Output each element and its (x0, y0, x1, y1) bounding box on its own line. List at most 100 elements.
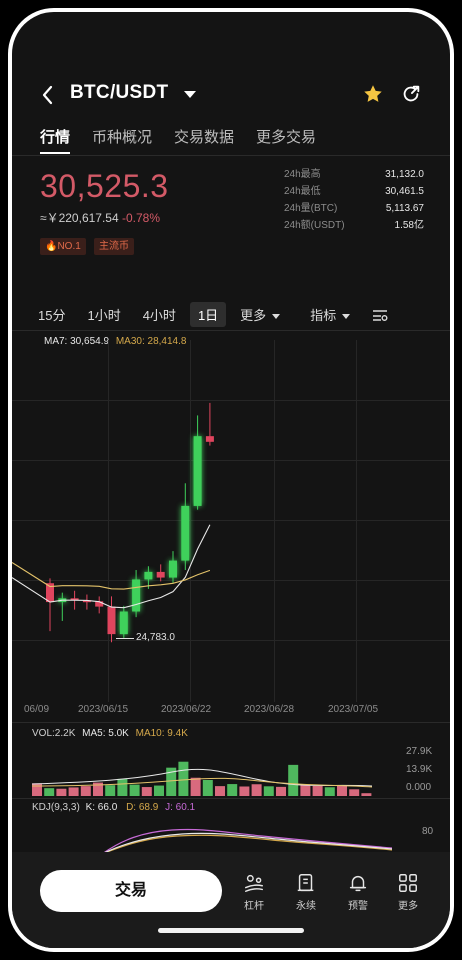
tab-coin-overview[interactable]: 币种概况 (92, 126, 152, 147)
ma30-line (12, 562, 211, 590)
nav-perpetual-label: 永续 (296, 901, 316, 912)
kdj-legend: KDJ(9,3,3) K: 66.0 D: 68.9 J: 60.1 (32, 802, 195, 813)
volume-bar (276, 786, 286, 796)
period-more-dropdown[interactable]: 更多 (240, 305, 281, 324)
stat-label: 24h额(USDT) (284, 220, 345, 231)
date-label: 06/09 (24, 704, 50, 715)
perpetual-icon (297, 874, 314, 892)
refresh-share-icon[interactable] (400, 83, 422, 105)
stat-value: 5,113.67 (385, 203, 424, 214)
low-price-marker: 24,783.0 (136, 632, 175, 643)
volume-bar (117, 778, 128, 796)
pair-title[interactable]: BTC/USDT (70, 82, 168, 104)
stats-panel: 24h最高 31,132.0 24h最低 30,461.5 24h量(BTC) 5,1… (284, 166, 424, 234)
stat-value: 1.58亿 (394, 220, 424, 231)
candle-body (132, 579, 141, 612)
volume-bar (251, 784, 262, 796)
candle-body (144, 571, 153, 580)
volume-bar (239, 786, 250, 796)
volume-bar (202, 779, 213, 796)
tab-market[interactable]: 行情 (40, 126, 70, 147)
candle-body (181, 505, 190, 561)
volume-bar (263, 786, 274, 796)
kdj-k-label: K: 66.0 (85, 802, 118, 813)
volume-bar (141, 787, 152, 796)
star-icon[interactable] (362, 83, 384, 105)
volume-bar (178, 761, 189, 796)
tab-more-trading[interactable]: 更多交易 (256, 126, 316, 147)
volume-bar (361, 793, 372, 796)
nav-leverage[interactable]: 杠杆 (234, 872, 274, 912)
kdj-label: KDJ(9,3,3) (32, 802, 80, 813)
tab-trade-data[interactable]: 交易数据 (174, 126, 234, 147)
price-change: -0.78% (122, 211, 161, 225)
volume-bar (154, 785, 164, 796)
candle-body (169, 560, 177, 578)
indicator-dropdown[interactable]: 指标 (310, 305, 351, 324)
app-screen: BTC/USDT 行情 币种概况 交易数据 更多交易 30,525.3 ≈￥22… (12, 12, 450, 948)
period-15m[interactable]: 15分 (38, 305, 65, 324)
rank-badge[interactable]: 🔥NO.1 (40, 238, 86, 255)
stat-row: 24h量(BTC) 5,113.67 (284, 200, 424, 217)
grid-icon (399, 874, 417, 892)
volume-bar (44, 788, 55, 796)
period-more-label: 更多 (240, 308, 267, 323)
candle-body (107, 606, 116, 635)
vol-ma5-label: MA5: 5.0K (82, 728, 129, 739)
volume-bar (288, 764, 299, 796)
chevron-down-icon (342, 314, 351, 320)
trade-button[interactable]: 交易 (40, 870, 222, 912)
nav-perpetual[interactable]: 永续 (286, 872, 326, 912)
fiat-price: ≈￥220,617.54 (40, 211, 119, 225)
volume-bar (337, 785, 347, 796)
tabs-divider (12, 155, 450, 156)
date-label: 2023/07/05 (328, 704, 379, 715)
nav-more-label: 更多 (398, 901, 418, 912)
date-label: 2023/06/28 (244, 704, 295, 715)
volume-bar (68, 787, 79, 796)
nav-alert[interactable]: 预警 (338, 872, 378, 912)
chart-settings-icon[interactable] (372, 308, 388, 322)
stat-row: 24h最低 30,461.5 (284, 183, 424, 200)
date-label: 2023/06/15 (78, 704, 129, 715)
candle-body (193, 436, 202, 506)
stat-label: 24h最高 (284, 169, 321, 180)
stat-value: 30,461.5 (385, 186, 424, 197)
candle-body (119, 611, 128, 635)
period-4h[interactable]: 4小时 (143, 305, 176, 324)
volume-chart[interactable] (12, 744, 392, 796)
stat-row: 24h最高 31,132.0 (284, 166, 424, 183)
bell-icon (349, 875, 367, 892)
chevron-left-icon[interactable] (40, 84, 56, 106)
stat-label: 24h量(BTC) (284, 203, 338, 214)
period-1h[interactable]: 1小时 (87, 305, 120, 324)
nav-more[interactable]: 更多 (388, 872, 428, 912)
kdj-chart (102, 828, 392, 854)
stat-label: 24h最低 (284, 186, 321, 197)
pair-dropdown-icon[interactable] (184, 91, 196, 98)
candlestick-chart[interactable] (12, 340, 450, 702)
kdj-axis-label: 80 (422, 826, 434, 837)
volume-bar (215, 786, 225, 796)
volume-bar (227, 784, 238, 796)
date-label: 2023/06/22 (161, 704, 212, 715)
nav-leverage-label: 杠杆 (244, 901, 264, 912)
volume-bar (129, 784, 140, 796)
kdj-j-label: J: 60.1 (165, 802, 196, 813)
vol-ma10-label: MA10: 9.4K (135, 728, 188, 739)
period-selector: 15分 1小时 4小时 1日 更多 指标 (38, 302, 388, 327)
volume-divider (12, 798, 450, 799)
stat-row: 24h额(USDT) 1.58亿 (284, 217, 424, 234)
vol-label: VOL:2.2K (32, 728, 76, 739)
volume-bar (56, 788, 67, 796)
volume-bar (349, 789, 360, 796)
candle-body (205, 436, 214, 442)
fiat-price-line: ≈￥220,617.54 -0.78% (40, 209, 160, 226)
vol-axis-label: 0.000 (406, 782, 432, 793)
last-price: 30,525.3 (40, 168, 169, 204)
tab-bar: 行情 币种概况 交易数据 更多交易 (40, 126, 316, 147)
volume-bar (324, 787, 335, 796)
period-1d[interactable]: 1日 (189, 302, 227, 327)
volume-bar (80, 786, 91, 796)
category-badge[interactable]: 主流币 (94, 238, 134, 255)
